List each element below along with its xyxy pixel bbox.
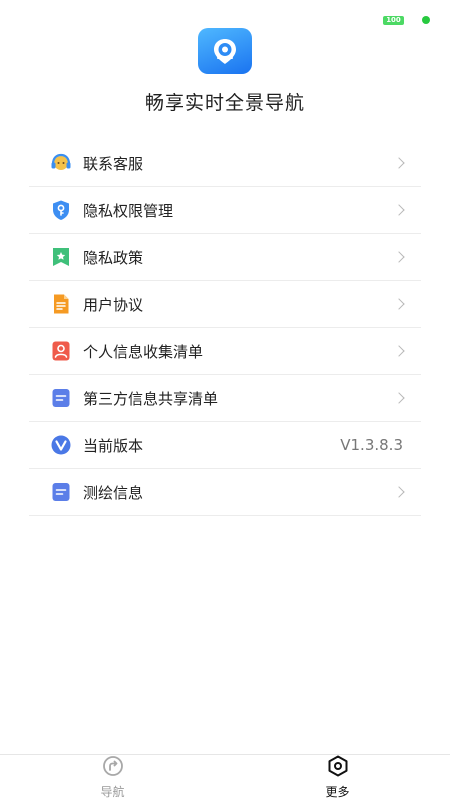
tab-label: 更多 xyxy=(325,785,350,799)
bottom-tab-bar: 导航 更多 xyxy=(0,754,450,800)
battery-indicator: 100 xyxy=(383,16,404,25)
menu-item-current-version[interactable]: 当前版本 V1.3.8.3 xyxy=(29,422,421,469)
hexagon-settings-icon xyxy=(326,755,350,781)
settings-menu: 联系客服 隐私权限管理 隐私政策 用户协议 个人信息收集清单 第三方信息共享清单… xyxy=(29,140,421,516)
document-icon xyxy=(50,293,72,315)
tab-navigation[interactable]: 导航 xyxy=(0,755,225,800)
headset-icon xyxy=(50,152,72,174)
menu-item-third-party-sharing[interactable]: 第三方信息共享清单 xyxy=(29,375,421,422)
tab-label: 导航 xyxy=(100,785,125,799)
app-title: 畅享实时全景导航 xyxy=(144,92,305,114)
shield-key-icon xyxy=(50,199,72,221)
menu-item-privacy-permissions[interactable]: 隐私权限管理 xyxy=(29,187,421,234)
status-dot xyxy=(422,16,430,24)
menu-item-personal-info-list[interactable]: 个人信息收集清单 xyxy=(29,328,421,375)
menu-item-label: 个人信息收集清单 xyxy=(83,342,204,361)
menu-item-label: 联系客服 xyxy=(83,154,144,173)
app-header: 畅享实时全景导航 xyxy=(0,28,450,115)
list-doc-icon xyxy=(50,481,72,503)
menu-item-customer-service[interactable]: 联系客服 xyxy=(29,140,421,187)
menu-item-label: 第三方信息共享清单 xyxy=(83,389,219,408)
menu-item-user-agreement[interactable]: 用户协议 xyxy=(29,281,421,328)
menu-item-label: 测绘信息 xyxy=(83,483,144,502)
list-doc-icon xyxy=(50,387,72,409)
menu-item-label: 隐私政策 xyxy=(83,248,144,267)
compass-arrow-icon xyxy=(101,755,125,781)
menu-item-label: 隐私权限管理 xyxy=(83,201,174,220)
version-number: V1.3.8.3 xyxy=(340,436,403,454)
menu-item-surveying-info[interactable]: 测绘信息 xyxy=(29,469,421,516)
app-logo-icon xyxy=(198,28,252,74)
menu-item-privacy-policy[interactable]: 隐私政策 xyxy=(29,234,421,281)
version-v-icon xyxy=(50,434,72,456)
person-card-icon xyxy=(50,340,72,362)
bookmark-star-icon xyxy=(50,246,72,268)
tab-more[interactable]: 更多 xyxy=(225,755,450,800)
menu-item-label: 用户协议 xyxy=(83,295,144,314)
